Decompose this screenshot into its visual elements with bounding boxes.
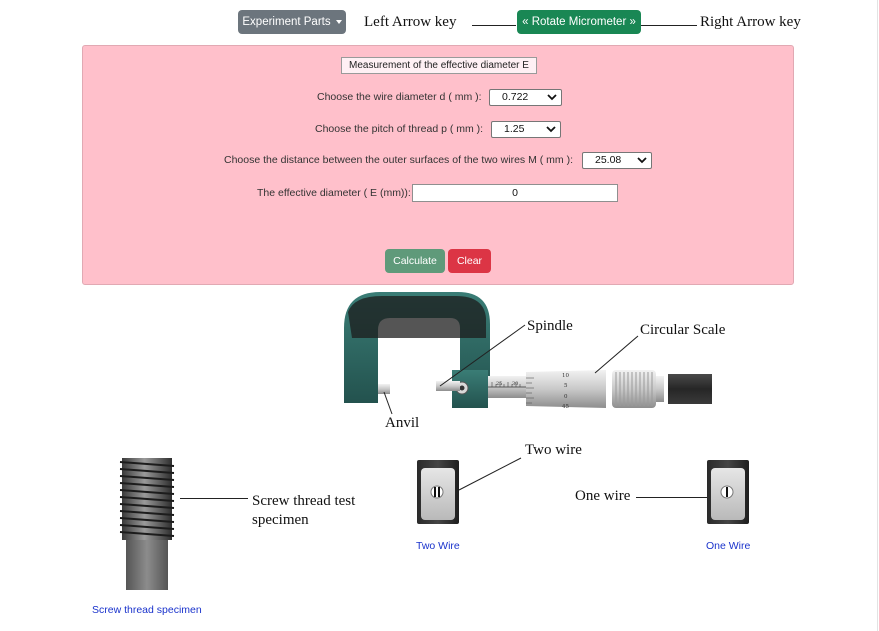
measurement-form-panel: Measurement of the effective diameter E … [82, 45, 794, 285]
one-wire-leader-line [636, 497, 714, 498]
wire-diameter-value: 0.722 [502, 91, 529, 103]
thimble-number: 0 [564, 394, 568, 400]
calculate-button[interactable]: Calculate [385, 249, 445, 273]
one-wire-image[interactable] [705, 458, 751, 526]
screw-thread-label-line1: Screw thread test [252, 493, 356, 509]
experiment-parts-dropdown-button[interactable]: Experiment Parts [238, 10, 346, 34]
clear-button[interactable]: Clear [448, 249, 491, 273]
anvil-label: Anvil [385, 415, 420, 431]
two-wire-label: Two wire [525, 442, 582, 458]
one-wire-link[interactable]: One Wire [706, 540, 750, 552]
chevron-down-icon [335, 19, 342, 24]
spindle-label: Spindle [527, 318, 573, 334]
distance-value: 25.08 [595, 154, 622, 166]
circular-scale-label: Circular Scale [640, 322, 726, 338]
micrometer-image: 25 30 10 5 0 45 [344, 292, 712, 415]
screw-leader-line [180, 498, 248, 499]
chevron-down-icon [637, 157, 647, 164]
form-title: Measurement of the effective diameter E [341, 57, 537, 74]
rotate-micrometer-button[interactable]: « Rotate Micrometer » [517, 10, 641, 34]
right-key-leader-line [641, 25, 697, 26]
thimble-number: 5 [564, 383, 568, 389]
sleeve-number: 30 [512, 381, 518, 387]
wire-diameter-select[interactable]: 0.722 [489, 89, 562, 106]
two-wire-leader-line [458, 457, 522, 491]
effective-diameter-label: The effective diameter ( E (mm)): [257, 187, 411, 199]
wire-diameter-label: Choose the wire diameter d ( mm ): [317, 91, 482, 103]
pitch-select[interactable]: 1.25 [491, 121, 561, 138]
distance-select[interactable]: 25.08 [582, 152, 652, 169]
distance-label: Choose the distance between the outer su… [224, 154, 573, 166]
right-arrow-key-label: Right Arrow key [700, 14, 801, 30]
sleeve-number: 25 [496, 381, 502, 387]
one-wire-label: One wire [575, 488, 631, 504]
pitch-label: Choose the pitch of thread p ( mm ): [315, 123, 484, 135]
screw-thread-label-line2: specimen [252, 512, 309, 528]
effective-diameter-input[interactable]: 0 [412, 184, 618, 202]
left-arrow-key-label: Left Arrow key [364, 14, 457, 30]
two-wire-link[interactable]: Two Wire [416, 540, 460, 552]
experiment-parts-label: Experiment Parts [242, 16, 331, 28]
thimble-number: 10 [562, 373, 569, 379]
thimble-number: 45 [562, 404, 569, 410]
left-key-leader-line [472, 25, 516, 26]
chevron-down-icon [547, 94, 557, 101]
chevron-down-icon [546, 126, 556, 133]
screw-thread-specimen-link[interactable]: Screw thread specimen [92, 604, 202, 616]
screw-thread-specimen-image[interactable] [118, 456, 178, 592]
pitch-value: 1.25 [504, 123, 525, 135]
